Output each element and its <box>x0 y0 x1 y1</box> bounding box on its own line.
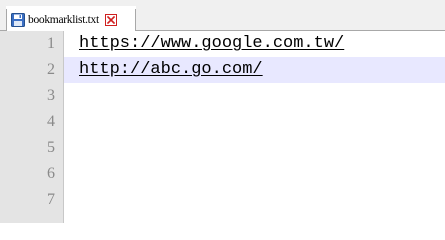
line-number: 5 <box>47 139 55 156</box>
code-line[interactable] <box>64 135 445 161</box>
line-number: 6 <box>47 165 55 182</box>
text-editor[interactable]: 1 2 3 4 5 6 7 https://www.google.com.tw/… <box>0 31 445 223</box>
close-icon[interactable] <box>104 13 117 26</box>
code-line[interactable] <box>64 187 445 213</box>
editor-window: bookmarklist.txt 1 2 3 4 5 6 7 https://w… <box>0 0 445 223</box>
code-line[interactable]: https://www.google.com.tw/ <box>64 31 445 57</box>
tab-label: bookmarklist.txt <box>28 13 99 26</box>
code-line[interactable] <box>64 161 445 187</box>
line-number-gutter: 1 2 3 4 5 6 7 <box>0 31 64 223</box>
line-number: 7 <box>47 191 55 208</box>
url-link[interactable]: https://www.google.com.tw/ <box>79 34 344 53</box>
code-line-current[interactable]: http://abc.go.com/ <box>64 57 445 83</box>
tab-bar: bookmarklist.txt <box>0 0 445 31</box>
line-number: 2 <box>47 61 55 78</box>
code-line[interactable] <box>64 83 445 109</box>
code-line[interactable] <box>64 109 445 135</box>
line-number: 3 <box>47 87 55 104</box>
line-number: 4 <box>47 113 55 130</box>
tab-bookmarklist[interactable]: bookmarklist.txt <box>6 6 136 31</box>
url-link[interactable]: http://abc.go.com/ <box>79 60 263 79</box>
line-number: 1 <box>47 35 55 52</box>
tab-active-indicator <box>6 6 136 9</box>
file-save-icon <box>11 12 25 27</box>
